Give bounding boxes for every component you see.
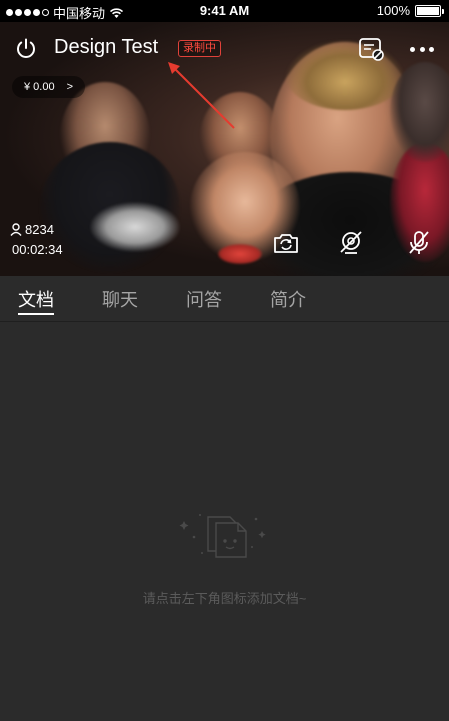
- status-bar: 中国移动 9:41 AM 100%: [0, 0, 449, 22]
- user-icon: [10, 223, 22, 236]
- reward-pill[interactable]: ¥ 0.00 >: [12, 76, 86, 98]
- app-frame: 中国移动 9:41 AM 100% Design Test 录制中 ¥ 0.00…: [0, 0, 449, 721]
- mic-off-icon[interactable]: [404, 229, 434, 257]
- empty-state-message: 请点击左下角图标添加文档~: [142, 591, 307, 606]
- tab-chat[interactable]: 聊天: [102, 286, 138, 312]
- recording-badge: 录制中: [178, 40, 221, 57]
- tab-intro[interactable]: 简介: [270, 286, 306, 312]
- status-right: 100%: [376, 3, 444, 18]
- viewer-count: 8234: [10, 222, 54, 237]
- more-icon[interactable]: [408, 36, 436, 62]
- live-top-bar: Design Test 录制中: [0, 34, 449, 64]
- empty-document-icon: [179, 514, 266, 558]
- battery-percent: 100%: [376, 3, 410, 18]
- battery-icon: [415, 4, 444, 17]
- tab-active-indicator: [18, 313, 54, 315]
- live-video[interactable]: Design Test 录制中 ¥ 0.00 > 8234 00:02:34: [0, 22, 449, 276]
- reward-amount: ¥ 0.00: [24, 81, 55, 93]
- power-icon[interactable]: [14, 37, 38, 61]
- settings-list-icon[interactable]: [358, 36, 386, 62]
- tab-docs[interactable]: 文档: [18, 286, 54, 312]
- live-title: Design Test: [54, 36, 159, 58]
- viewer-count-value: 8234: [25, 222, 54, 237]
- camera-switch-icon[interactable]: [271, 229, 301, 257]
- tab-qa[interactable]: 问答: [186, 286, 222, 312]
- content-tabs: 文档 聊天 问答 简介: [0, 276, 449, 322]
- chevron-right-icon: >: [66, 81, 74, 93]
- stream-duration: 00:02:34: [12, 242, 63, 257]
- docs-empty-state: 请点击左下角图标添加文档~: [0, 322, 449, 721]
- camera-off-icon[interactable]: [336, 229, 366, 257]
